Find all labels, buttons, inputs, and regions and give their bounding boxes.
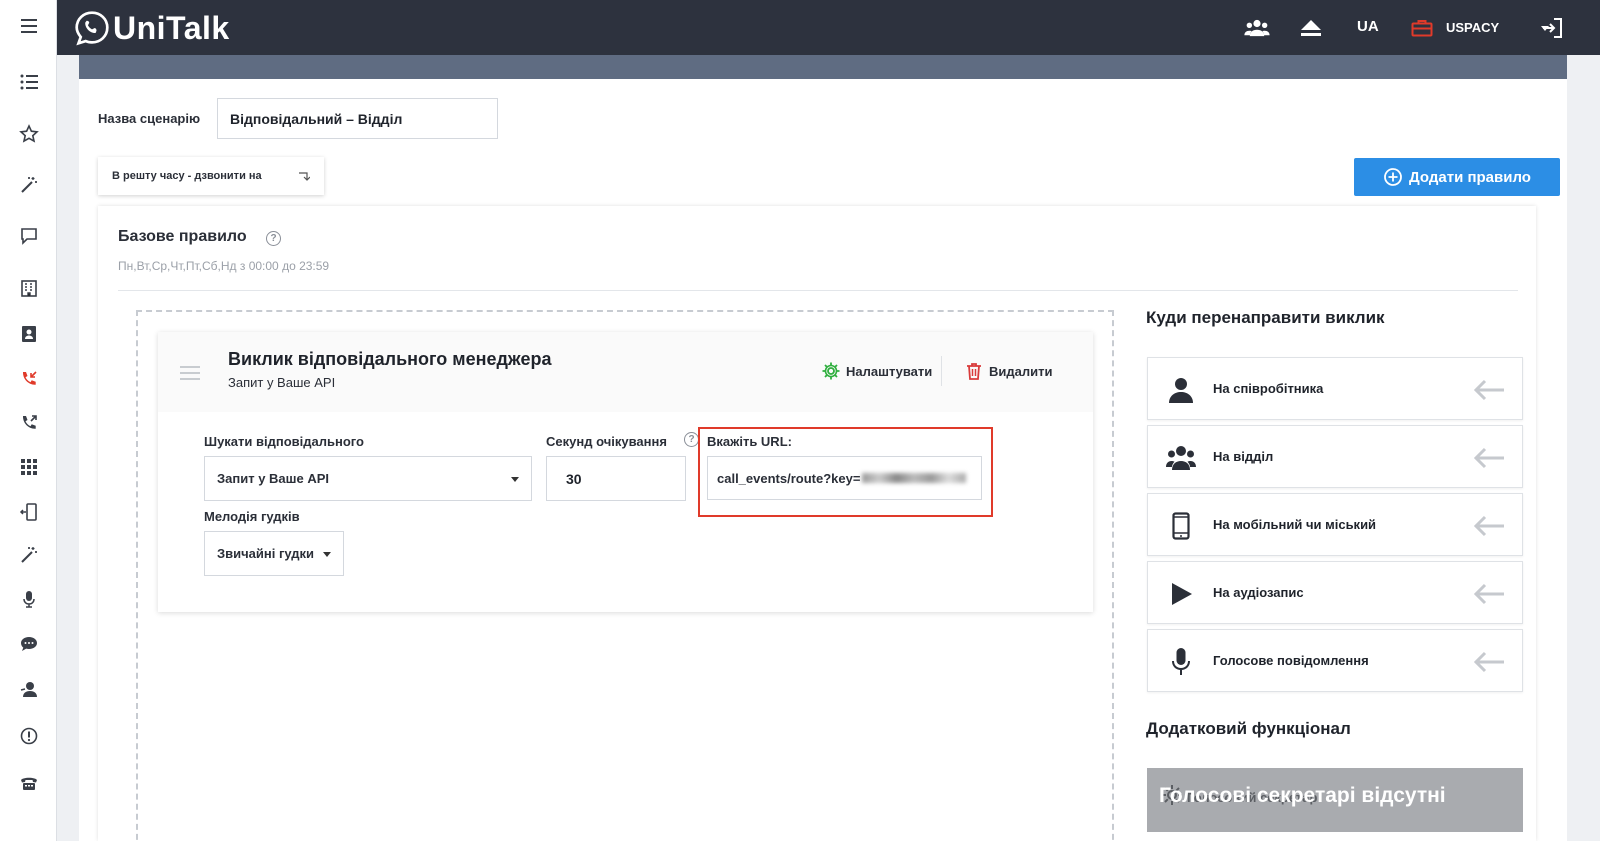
briefcase-icon[interactable]: [1408, 14, 1436, 42]
redacted-key: [862, 473, 967, 483]
action-title: Виклик відповідального менеджера: [228, 349, 552, 369]
brand-name: UniTalk: [113, 9, 230, 46]
redirect-audio-label: На аудіозапис: [1213, 585, 1304, 600]
left-sidebar: [0, 0, 57, 841]
redirect-audio[interactable]: На аудіозапис: [1147, 561, 1523, 624]
delete-label: Видалити: [989, 363, 1053, 379]
arrow-left-icon: [1473, 515, 1504, 537]
no-voice-secretaries-overlay: Голосові секретарі відсутні: [1159, 784, 1446, 807]
extra-features-title: Додатковий функціонал: [1146, 719, 1351, 738]
magic-wand-icon[interactable]: [0, 535, 57, 575]
phone-transfer-icon[interactable]: [0, 492, 57, 532]
divider: [118, 290, 1518, 291]
building-icon[interactable]: [0, 268, 57, 308]
chevron-down-icon: [323, 552, 331, 557]
play-icon: [1166, 579, 1196, 609]
drag-handle-icon[interactable]: [180, 366, 200, 380]
arrow-left-icon: [1473, 379, 1504, 401]
redirect-voicemail-label: Голосове повідомлення: [1213, 653, 1369, 668]
operator-icon[interactable]: [0, 669, 57, 709]
url-label: Вкажіть URL:: [707, 434, 792, 449]
base-rule-schedule: Пн,Вт,Ср,Чт,Пт,Сб,Нд з 00:00 до 23:59: [118, 259, 330, 273]
eject-icon[interactable]: [1297, 14, 1325, 42]
time-rule-dropdown-label: В решту часу - дзвонити на: [112, 170, 262, 182]
person-icon: [1166, 375, 1196, 405]
scenario-name-label: Назва сценарію: [98, 111, 201, 126]
group-icon: [1166, 443, 1196, 473]
redirect-voicemail[interactable]: Голосове повідомлення: [1147, 629, 1523, 692]
url-value: call_events/route?key=: [717, 470, 861, 486]
search-responsible-value: Запит у Ваше API: [217, 471, 330, 486]
logout-icon[interactable]: [1538, 14, 1566, 42]
brand-logo[interactable]: UniTalk: [73, 8, 230, 48]
action-subtitle: Запит у Ваше API: [228, 375, 336, 390]
gear-icon: [822, 362, 840, 380]
redirect-employee[interactable]: На співробітника: [1147, 357, 1523, 420]
star-icon[interactable]: [0, 114, 57, 154]
top-bar: UniTalk UA USPACY: [57, 0, 1600, 55]
voice-secretary-block: Голосовий секретар Голосові секретарі ві…: [1147, 768, 1523, 832]
url-input[interactable]: call_events/route?key=: [707, 456, 982, 500]
header-divider: [941, 356, 942, 386]
settings-button[interactable]: Налаштувати: [821, 361, 932, 381]
search-responsible-label: Шукати відповідального: [204, 434, 364, 449]
redirect-mobile-label: На мобільний чи міський: [1213, 517, 1377, 532]
breadcrumb-strip: [79, 55, 1567, 79]
redirect-department[interactable]: На відділ: [1147, 425, 1523, 488]
redirect-title: Куди перенаправити виклик: [1146, 308, 1385, 327]
corner-arrow-icon: [299, 172, 310, 181]
trash-icon: [967, 363, 981, 380]
help-icon[interactable]: ?: [684, 432, 699, 447]
arrow-left-icon: [1473, 583, 1504, 605]
redirect-employee-label: На співробітника: [1213, 381, 1324, 396]
add-rule-button[interactable]: Додати правило: [1354, 158, 1560, 196]
settings-label: Налаштувати: [846, 363, 933, 379]
melody-value: Звичайні гудки: [217, 546, 315, 561]
wait-seconds-label: Секунд очікування: [546, 434, 667, 449]
redirect-department-label: На відділ: [1213, 449, 1274, 464]
microphone-icon: [1166, 647, 1196, 677]
incoming-call-icon[interactable]: [0, 359, 57, 399]
chevron-down-icon: [511, 477, 519, 482]
plus-circle-icon: [1384, 168, 1402, 186]
chat-bubble-icon[interactable]: [0, 216, 57, 256]
users-icon[interactable]: [1243, 14, 1271, 42]
melody-select[interactable]: Звичайні гудки: [204, 531, 344, 576]
wait-seconds-input[interactable]: 30: [546, 456, 686, 501]
outgoing-call-icon[interactable]: [0, 403, 57, 443]
arrow-left-icon: [1473, 651, 1504, 673]
arrow-left-icon: [1473, 447, 1504, 469]
list-icon[interactable]: [0, 62, 57, 102]
mobile-phone-icon: [1166, 511, 1196, 541]
melody-label: Мелодія гудків: [204, 509, 300, 524]
magic-wand-icon[interactable]: [0, 165, 57, 205]
desk-phone-icon[interactable]: [0, 763, 57, 803]
action-block: Виклик відповідального менеджера Запит у…: [158, 332, 1093, 612]
contact-card-icon[interactable]: [0, 314, 57, 354]
logo-mark-icon: [75, 11, 109, 46]
message-icon[interactable]: [0, 624, 57, 664]
apps-grid-icon[interactable]: [0, 447, 57, 487]
add-rule-label: Додати правило: [1409, 168, 1531, 186]
help-icon[interactable]: ?: [266, 231, 281, 246]
microphone-icon[interactable]: [0, 579, 57, 619]
time-rule-dropdown[interactable]: В решту часу - дзвонити на: [98, 157, 324, 195]
delete-button[interactable]: Видалити: [964, 361, 1052, 381]
drop-zone: Виклик відповідального менеджера Запит у…: [136, 310, 1114, 841]
hamburger-menu-icon[interactable]: [0, 6, 57, 46]
account-name[interactable]: USPACY: [1446, 20, 1499, 35]
language-switch[interactable]: UA: [1357, 18, 1379, 35]
action-header: Виклик відповідального менеджера Запит у…: [158, 332, 1093, 412]
redirect-mobile[interactable]: На мобільний чи міський: [1147, 493, 1523, 556]
search-responsible-select[interactable]: Запит у Ваше API: [204, 456, 532, 501]
scenario-name-input[interactable]: Відповідальний – Відділ: [217, 98, 498, 139]
base-rule-title: Базове правило: [118, 228, 247, 245]
alert-icon[interactable]: [0, 716, 57, 756]
